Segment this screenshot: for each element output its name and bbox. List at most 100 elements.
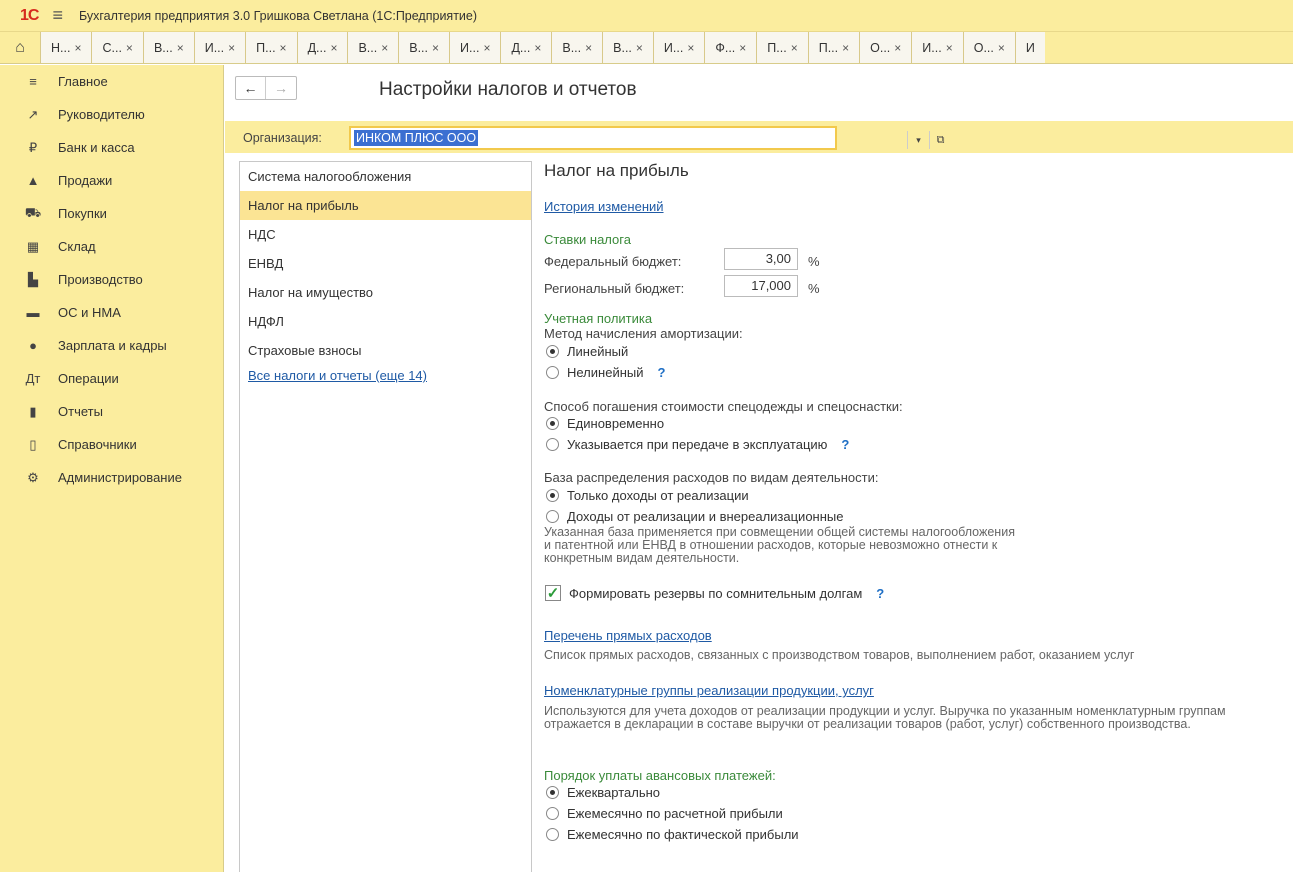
reserves-checkbox-row[interactable]: ✓ Формировать резервы по сомнительным до… [545, 585, 884, 602]
sidebar-item[interactable]: ● Зарплата и кадры [0, 329, 223, 362]
close-icon[interactable]: × [791, 41, 798, 55]
open-icon[interactable]: ⧉ [929, 131, 951, 149]
sidebar-item[interactable]: ≡ Главное [0, 65, 223, 98]
close-icon[interactable]: × [280, 41, 287, 55]
close-icon[interactable]: × [636, 41, 643, 55]
help-icon[interactable]: ? [876, 586, 884, 601]
tax-section-item[interactable]: ЕНВД [240, 249, 531, 278]
radio-button[interactable] [546, 489, 559, 502]
sidebar-item[interactable]: ▙ Производство [0, 263, 223, 296]
sidebar-item[interactable]: ⛟ Покупки [0, 197, 223, 230]
close-icon[interactable]: × [483, 41, 490, 55]
radio-button[interactable] [546, 438, 559, 451]
window-tab[interactable]: И... × [193, 32, 246, 63]
cost-base-label: База распределения расходов по видам дея… [544, 470, 879, 485]
direct-costs-link[interactable]: Перечень прямых расходов [544, 628, 712, 643]
close-icon[interactable]: × [585, 41, 592, 55]
radio-workwear-transfer[interactable]: Указывается при передаче в эксплуатацию … [546, 437, 849, 452]
window-tab[interactable]: В... × [142, 32, 194, 63]
radio-quarterly[interactable]: Ежеквартально [546, 785, 660, 800]
radio-base-sales[interactable]: Только доходы от реализации [546, 488, 749, 503]
close-icon[interactable]: × [687, 41, 694, 55]
window-tab[interactable]: И... × [911, 32, 963, 63]
radio-linear[interactable]: Линейный [546, 344, 628, 359]
tax-section-item[interactable]: НДС [240, 220, 531, 249]
close-icon[interactable]: × [381, 41, 388, 55]
window-tab[interactable]: Д... × [500, 32, 552, 63]
sidebar-item[interactable]: ▯ Справочники [0, 428, 223, 461]
tax-section-item[interactable]: Налог на прибыль [240, 191, 531, 220]
regional-rate-input[interactable]: 17,000 [724, 275, 798, 297]
tax-section-item[interactable]: Страховые взносы [240, 336, 531, 365]
window-tab[interactable]: С... × [91, 32, 143, 63]
radio-nonlinear[interactable]: Нелинейный ? [546, 365, 665, 380]
window-tab[interactable]: В... × [602, 32, 653, 63]
history-link[interactable]: История изменений [544, 199, 664, 214]
window-tab[interactable]: Н... × [40, 32, 92, 63]
home-icon[interactable]: ⌂ [0, 32, 40, 63]
close-icon[interactable]: × [74, 41, 81, 55]
reserves-checkbox[interactable]: ✓ [545, 585, 561, 602]
sidebar-item[interactable]: ▬ ОС и НМА [0, 296, 223, 329]
sidebar-item[interactable]: Дт Операции [0, 362, 223, 395]
sidebar-item-label: Продажи [58, 173, 113, 188]
window-tab[interactable]: П... × [245, 32, 297, 63]
back-button[interactable]: ← [236, 77, 266, 99]
radio-monthly-actual[interactable]: Ежемесячно по фактической прибыли [546, 827, 799, 842]
radio-button[interactable] [546, 828, 559, 841]
nomenclature-groups-link[interactable]: Номенклатурные группы реализации продукц… [544, 683, 874, 698]
radio-button[interactable] [546, 510, 559, 523]
tax-section-item[interactable]: НДФЛ [240, 307, 531, 336]
menu-icon[interactable]: ≡ [52, 5, 63, 26]
radio-button[interactable] [546, 366, 559, 379]
radio-base-sales-nonop[interactable]: Доходы от реализации и внереализационные [546, 509, 843, 524]
sidebar-item[interactable]: ↗ Руководителю [0, 98, 223, 131]
close-icon[interactable]: × [177, 41, 184, 55]
window-tab[interactable]: В... × [551, 32, 603, 63]
radio-button[interactable] [546, 417, 559, 430]
window-tab[interactable]: В... × [347, 32, 399, 63]
radio-button[interactable] [546, 807, 559, 820]
close-icon[interactable]: × [998, 41, 1005, 55]
sidebar-item[interactable]: ₽ Банк и касса [0, 131, 223, 164]
direct-costs-note: Список прямых расходов, связанных с прои… [544, 648, 1135, 662]
window-tab[interactable]: И... × [652, 32, 705, 63]
window-tab[interactable]: Д... × [296, 32, 348, 63]
window-tab[interactable]: И [1014, 32, 1045, 63]
radio-workwear-once[interactable]: Единовременно [546, 416, 664, 431]
organization-field[interactable]: ИНКОМ ПЛЮС ООО ▾ ⧉ [349, 126, 944, 150]
sidebar-item[interactable]: ▦ Склад [0, 230, 223, 263]
help-icon[interactable]: ? [658, 365, 666, 380]
window-tab[interactable]: В... × [398, 32, 450, 63]
window-tab[interactable]: О... × [962, 32, 1015, 63]
close-icon[interactable]: × [946, 41, 953, 55]
window-tab[interactable]: Ф... × [704, 32, 757, 63]
sidebar-item[interactable]: ▮ Отчеты [0, 395, 223, 428]
sidebar-item[interactable]: ⚙ Администрирование [0, 461, 223, 494]
tax-section-item[interactable]: Налог на имущество [240, 278, 531, 307]
close-icon[interactable]: × [330, 41, 337, 55]
window-tab[interactable]: П... × [807, 32, 860, 63]
dropdown-icon[interactable]: ▾ [907, 131, 929, 149]
close-icon[interactable]: × [432, 41, 439, 55]
radio-monthly-calc[interactable]: Ежемесячно по расчетной прибыли [546, 806, 783, 821]
organization-label: Организация: [243, 131, 322, 145]
close-icon[interactable]: × [842, 41, 849, 55]
sidebar-item[interactable]: ▲ Продажи [0, 164, 223, 197]
close-icon[interactable]: × [739, 41, 746, 55]
help-icon[interactable]: ? [841, 437, 849, 452]
federal-rate-input[interactable]: 3,00 [724, 248, 798, 270]
window-tab[interactable]: П... × [756, 32, 808, 63]
forward-button[interactable]: → [266, 77, 296, 99]
close-icon[interactable]: × [534, 41, 541, 55]
window-tab[interactable]: И... × [449, 32, 501, 63]
close-icon[interactable]: × [126, 41, 133, 55]
close-icon[interactable]: × [894, 41, 901, 55]
tax-section-item[interactable]: Система налогообложения [240, 162, 531, 191]
open-windows-tabbar: ⌂ Н... × С... × В... × И... × П... × Д... × В... × В..… [0, 32, 1293, 64]
close-icon[interactable]: × [228, 41, 235, 55]
radio-button[interactable] [546, 786, 559, 799]
all-taxes-link[interactable]: Все налоги и отчеты (еще 14) [240, 368, 531, 383]
window-tab[interactable]: О... × [859, 32, 912, 63]
radio-button[interactable] [546, 345, 559, 358]
